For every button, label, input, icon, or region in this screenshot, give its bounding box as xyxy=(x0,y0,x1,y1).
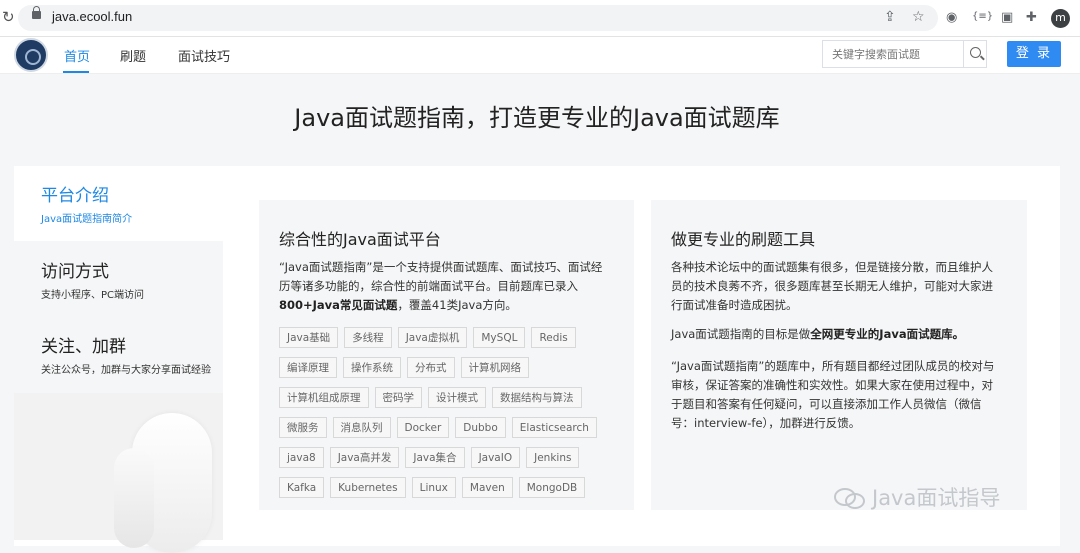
tag-item[interactable]: Kubernetes xyxy=(330,477,406,498)
share-icon[interactable]: ⇪ xyxy=(884,9,896,25)
search-icon xyxy=(970,47,981,58)
tag-item[interactable]: Redis xyxy=(531,327,576,348)
tag-list: Java基础 多线程 Java虚拟机 MySQL Redis编译原理 操作系统 分布式 计算机… xyxy=(279,326,624,506)
panel-text-line: 800+Java常见面试题，覆盖41类Java方向。 xyxy=(279,296,517,315)
tag-item[interactable]: 计算机网络 xyxy=(460,357,529,378)
panel-text-line: 审核，保证答案的准确性和实效性。如果大家在使用过程中，对 xyxy=(671,378,993,392)
login-button[interactable]: 登 录 xyxy=(1007,41,1061,67)
sidebar-item-title[interactable]: 平台介绍 xyxy=(41,181,109,206)
tag-item[interactable]: Elasticsearch xyxy=(511,417,597,438)
profile-avatar[interactable]: m xyxy=(1051,9,1070,28)
tag-item[interactable]: Kafka xyxy=(279,477,325,498)
sidebar-item-subtitle: 关注公众号，加群与大家分享面试经验 xyxy=(41,365,211,376)
tag-item[interactable]: java8 xyxy=(279,447,324,468)
search-input[interactable] xyxy=(823,41,972,67)
tag-item[interactable]: 数据结构与算法 xyxy=(492,387,582,408)
tag-item[interactable]: 分布式 xyxy=(407,357,455,378)
wechat-icon xyxy=(834,486,866,509)
nav-practice[interactable]: 刷题 xyxy=(120,46,146,65)
panel-text-line: 历等诸多功能的，综合性的前端面试平台。目前题库已录入 xyxy=(279,279,578,293)
menu-icon[interactable]: ⋮ xyxy=(1074,9,1080,25)
tag-item[interactable]: MongoDB xyxy=(518,477,586,498)
tag-item[interactable]: 设计模式 xyxy=(428,387,486,408)
tag-item[interactable]: MySQL xyxy=(473,327,526,348)
wechat-watermark: Java面试指导 xyxy=(834,482,1000,512)
panel-tool: 做更专业的刷题工具 各种技术论坛中的面试题集有很多，但是链接分散，而且维护人 员… xyxy=(651,200,1027,510)
site-header: 首页 刷题 面试技巧 登 录 xyxy=(0,37,1080,74)
tag-item[interactable]: Java高并发 xyxy=(329,447,400,468)
tag-item[interactable]: 消息队列 xyxy=(332,417,391,438)
sidebar-item-title[interactable]: 访问方式 xyxy=(41,257,109,282)
tag-item[interactable]: 操作系统 xyxy=(343,357,401,378)
tag-item[interactable]: Java基础 xyxy=(279,327,339,348)
tag-item[interactable]: Dubbo xyxy=(455,417,506,438)
tag-item[interactable]: 微服务 xyxy=(279,417,327,438)
site-logo[interactable] xyxy=(14,38,48,72)
decorative-illustration xyxy=(14,393,223,553)
sidebar-item-title[interactable]: 关注、加群 xyxy=(41,332,126,357)
browser-toolbar: ↻ java.ecool.fun ⇪ ☆ ◉ {≡} ▣ ✚ m ⋮ xyxy=(0,0,1080,37)
panel-text-line: “Java面试题指南”是一个支持提供面试题库、面试技巧、面试经 xyxy=(279,260,603,274)
panel-title: 综合性的Java面试平台 xyxy=(279,230,441,249)
panel-text-line: “Java面试题指南”的题库中，所有题目都经过团队成员的校对与 xyxy=(671,359,995,373)
extension-icon[interactable]: ◉ xyxy=(946,10,957,25)
url-text[interactable]: java.ecool.fun xyxy=(52,9,132,24)
tag-item[interactable]: 密码学 xyxy=(374,387,422,408)
panel-text-prefix: Java面试题指南的目标是做 xyxy=(671,327,811,341)
bookmark-star-icon[interactable]: ☆ xyxy=(912,9,925,25)
tag-item[interactable]: Maven xyxy=(461,477,513,498)
tag-item[interactable]: 编译原理 xyxy=(279,357,337,378)
tag-item[interactable]: Docker xyxy=(396,417,450,438)
extension-icon[interactable]: ▣ xyxy=(1001,10,1013,25)
highlight-count: 800+Java常见面试题 xyxy=(279,298,398,312)
watermark-text: Java面试指导 xyxy=(872,486,1001,510)
panel-platform: 综合性的Java面试平台 “Java面试题指南”是一个支持提供面试题库、面试技巧… xyxy=(259,200,634,510)
search-button[interactable] xyxy=(963,41,988,67)
lock-icon[interactable] xyxy=(32,6,41,19)
panel-text-line: 号：interview-fe），加群进行反馈。 xyxy=(671,416,861,430)
nav-interview-tips[interactable]: 面试技巧 xyxy=(178,46,230,65)
tag-item[interactable]: Linux xyxy=(411,477,456,498)
panel-text-rest: ，覆盖41类Java方向。 xyxy=(397,298,517,312)
panel-text-line: 员的技术良莠不齐，很多题库甚至长期无人维护，可能对大家进 xyxy=(671,279,993,293)
tag-item[interactable]: Java集合 xyxy=(405,447,465,468)
address-bar[interactable]: java.ecool.fun ⇪ ☆ xyxy=(18,5,938,31)
sidebar-item-subtitle: 支持小程序、PC端访问 xyxy=(41,290,145,301)
page-headline: Java面试题指南，打造更专业的Java面试题库 xyxy=(294,104,780,132)
extensions-puzzle-icon[interactable]: ✚ xyxy=(1026,10,1037,25)
nav-home[interactable]: 首页 xyxy=(64,46,90,65)
highlight-goal: 全网更专业的Java面试题库。 xyxy=(810,327,965,341)
sidebar-item-subtitle: Java面试题指南简介 xyxy=(41,214,133,225)
tag-item[interactable]: 多线程 xyxy=(344,327,392,348)
search-box xyxy=(822,40,987,68)
panel-text-line: Java面试题指南的目标是做全网更专业的Java面试题库。 xyxy=(671,325,964,344)
tag-item[interactable]: 计算机组成原理 xyxy=(279,387,369,408)
panel-text-line: 行面试准备时造成困扰。 xyxy=(671,298,798,312)
tag-item[interactable]: Jenkins xyxy=(526,447,580,468)
extension-icon[interactable]: {≡} xyxy=(972,11,993,22)
panel-text-line: 于题目和答案有任何疑问，可以直接添加工作人员微信（微信 xyxy=(671,397,982,411)
nav-active-indicator xyxy=(63,71,89,73)
tag-item[interactable]: JavaIO xyxy=(470,447,521,468)
tag-item[interactable]: Java虚拟机 xyxy=(397,327,468,348)
panel-title: 做更专业的刷题工具 xyxy=(671,230,816,249)
panel-text-line: 各种技术论坛中的面试题集有很多，但是链接分散，而且维护人 xyxy=(671,260,993,274)
reload-icon[interactable]: ↻ xyxy=(2,8,15,26)
